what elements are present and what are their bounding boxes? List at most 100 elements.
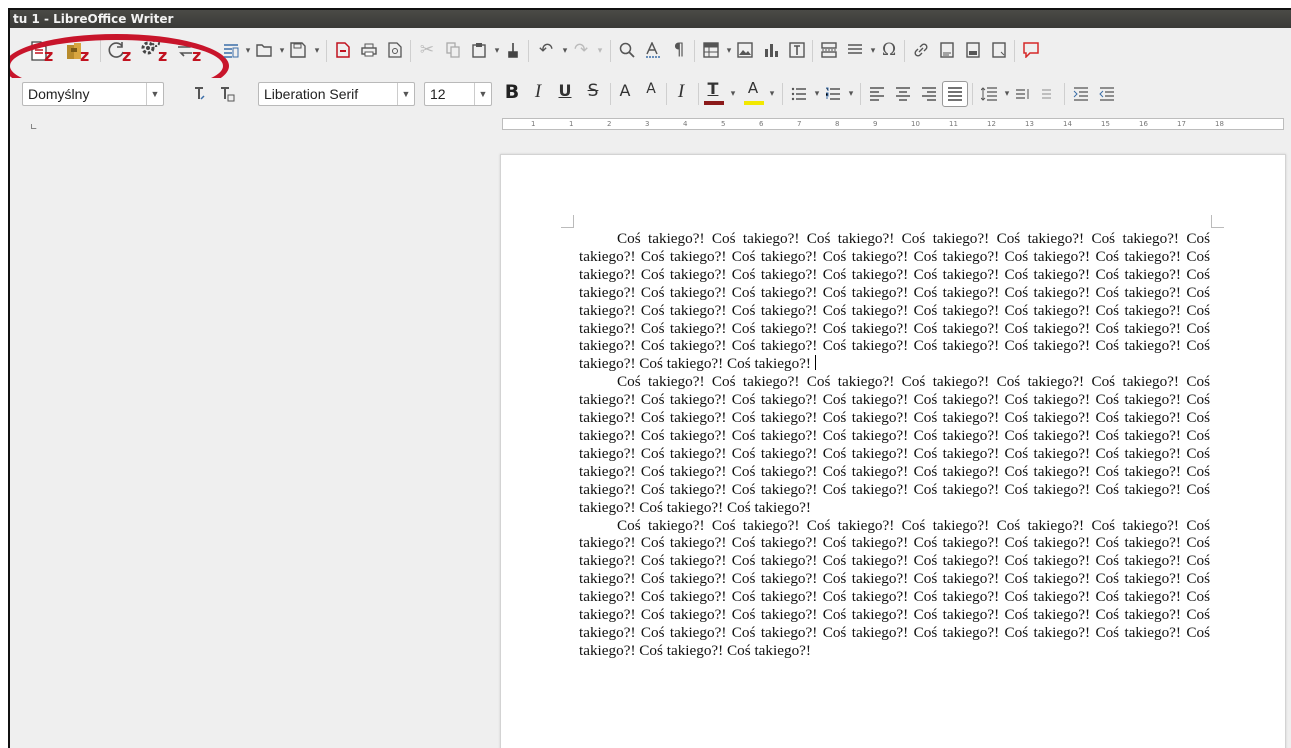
highlight-button[interactable]: A	[742, 79, 764, 97]
font-name-value: Liberation Serif	[264, 86, 359, 102]
window-title: tu 1 - LibreOffice Writer	[10, 10, 1291, 28]
new-style-icon[interactable]	[214, 81, 240, 107]
export-pdf-icon[interactable]	[330, 37, 356, 63]
numbered-list-icon[interactable]	[820, 81, 846, 107]
toolbar-separator	[698, 83, 699, 105]
special-character-icon[interactable]: Ω	[876, 37, 902, 63]
standard-toolbar: z z z z z ▾ ▾ ▾ ✂ ▾ ↶ ▾ ↷ ▾ ¶ ▾ ▾ Ω	[10, 30, 1291, 98]
toolbar-separator	[860, 83, 861, 105]
insert-field-icon[interactable]	[842, 37, 868, 63]
horizontal-ruler[interactable]: 1 1 2 3 4 5 6 7 8 9 10 11 12 13 14 15 16 17 18	[502, 118, 1284, 130]
ruler-tick-label: 7	[797, 120, 802, 128]
font-color-button[interactable]: T	[702, 79, 724, 98]
align-center-icon[interactable]	[890, 81, 916, 107]
document-page[interactable]: Coś takiego?! Coś takiego?! Coś takiego?…	[500, 154, 1286, 748]
page-break-icon[interactable]	[816, 37, 842, 63]
insert-textbox-icon[interactable]	[784, 37, 810, 63]
dropdown-arrow-icon[interactable]: ▾	[312, 46, 322, 56]
print-icon[interactable]	[356, 37, 382, 63]
find-replace-icon[interactable]	[614, 37, 640, 63]
ruler-tick-label: 12	[987, 120, 996, 128]
chevron-down-icon[interactable]: ▼	[397, 83, 414, 105]
comment-icon[interactable]	[1018, 37, 1044, 63]
dropdown-arrow-icon[interactable]: ▾	[767, 89, 777, 99]
chevron-down-icon[interactable]: ▼	[146, 83, 163, 105]
font-size-combo[interactable]: 12 ▼	[424, 82, 492, 106]
increase-indent-icon[interactable]	[1068, 81, 1094, 107]
z-badge: z	[192, 46, 202, 65]
align-right-icon[interactable]	[916, 81, 942, 107]
toolbar-separator	[904, 40, 905, 62]
subscript-button[interactable]: A	[640, 81, 662, 97]
footnote-icon[interactable]	[934, 37, 960, 63]
ruler-tick-label: 6	[759, 120, 764, 128]
toolbar-separator	[100, 40, 101, 62]
line-spacing-icon[interactable]	[976, 81, 1002, 107]
highlight-color-swatch	[744, 101, 764, 105]
bold-button[interactable]: B	[501, 81, 523, 103]
ruler-tick-label: 2	[607, 120, 612, 128]
ruler-tick-label: 18	[1215, 120, 1224, 128]
font-size-value: 12	[430, 86, 446, 102]
ruler-tick-label: 8	[835, 120, 840, 128]
dropdown-arrow-icon[interactable]: ▾	[595, 46, 605, 56]
z-badge: z	[80, 46, 90, 65]
tab-type-icon[interactable]: ∟	[30, 123, 38, 133]
paragraph-style-value: Domyślny	[28, 86, 90, 102]
paste-icon[interactable]	[466, 37, 492, 63]
dropdown-arrow-icon[interactable]: ▾	[728, 89, 738, 99]
paragraph-style-combo[interactable]: Domyślny ▼	[22, 82, 164, 106]
libreoffice-window: tu 1 - LibreOffice Writer z z z z z ▾ ▾ …	[8, 8, 1291, 748]
ruler-tick-label: 4	[683, 120, 688, 128]
bullet-list-icon[interactable]	[786, 81, 812, 107]
paragraph[interactable]: Coś takiego?! Coś takiego?! Coś takiego?…	[579, 230, 1210, 373]
ruler-tick-label: 15	[1101, 120, 1110, 128]
paragraph[interactable]: Coś takiego?! Coś takiego?! Coś takiego?…	[579, 517, 1210, 660]
copy-icon[interactable]	[440, 37, 466, 63]
spelling-icon[interactable]	[640, 37, 666, 63]
toolbar-separator	[972, 83, 973, 105]
font-name-combo[interactable]: Liberation Serif ▼	[258, 82, 415, 106]
ruler-tick-label: 16	[1139, 120, 1148, 128]
justify-icon[interactable]	[942, 81, 968, 107]
print-preview-icon[interactable]	[382, 37, 408, 63]
italic-button[interactable]: I	[527, 81, 549, 103]
formatting-marks-icon[interactable]: ¶	[666, 37, 692, 63]
dropdown-arrow-icon[interactable]: ▾	[846, 89, 856, 99]
chevron-down-icon[interactable]: ▼	[474, 83, 491, 105]
align-left-icon[interactable]	[864, 81, 890, 107]
insert-image-icon[interactable]	[732, 37, 758, 63]
z-badge: z	[158, 46, 168, 65]
bookmark-icon[interactable]	[986, 37, 1012, 63]
toolbar-separator	[410, 40, 411, 62]
redo-icon[interactable]: ↷	[568, 37, 594, 63]
insert-chart-icon[interactable]	[758, 37, 784, 63]
decrease-indent-icon[interactable]	[1094, 81, 1120, 107]
insert-table-icon[interactable]	[698, 37, 724, 63]
strikethrough-button[interactable]: S	[582, 81, 604, 101]
cut-icon[interactable]: ✂	[414, 37, 440, 63]
underline-button[interactable]: U	[554, 81, 576, 100]
clone-formatting-icon[interactable]	[500, 37, 526, 63]
sidebar-icon[interactable]	[218, 37, 244, 63]
z-badge: z	[44, 46, 54, 65]
update-style-icon[interactable]	[186, 81, 212, 107]
ruler-tick-label: 1	[569, 120, 574, 128]
toolbar-separator	[666, 83, 667, 105]
undo-icon[interactable]: ↶	[533, 37, 559, 63]
toolbar-separator	[1064, 83, 1065, 105]
ruler-tick-label: 14	[1063, 120, 1072, 128]
paragraph[interactable]: Coś takiego?! Coś takiego?! Coś takiego?…	[579, 373, 1210, 516]
clear-formatting-button[interactable]: I	[670, 81, 692, 103]
superscript-button[interactable]: A	[614, 81, 636, 100]
toolbar-separator	[1014, 40, 1015, 62]
open-icon[interactable]	[251, 37, 277, 63]
increase-paragraph-spacing-icon[interactable]	[1010, 81, 1036, 107]
document-text[interactable]: Coś takiego?! Coś takiego?! Coś takiego?…	[579, 230, 1210, 660]
toolbar-separator	[326, 40, 327, 62]
decrease-paragraph-spacing-icon[interactable]	[1036, 81, 1062, 107]
save-icon[interactable]	[285, 37, 311, 63]
endnote-icon[interactable]	[960, 37, 986, 63]
formatting-toolbar: Domyślny ▼ Liberation Serif ▼ 12 ▼ B I U…	[10, 78, 1291, 110]
hyperlink-icon[interactable]	[908, 37, 934, 63]
